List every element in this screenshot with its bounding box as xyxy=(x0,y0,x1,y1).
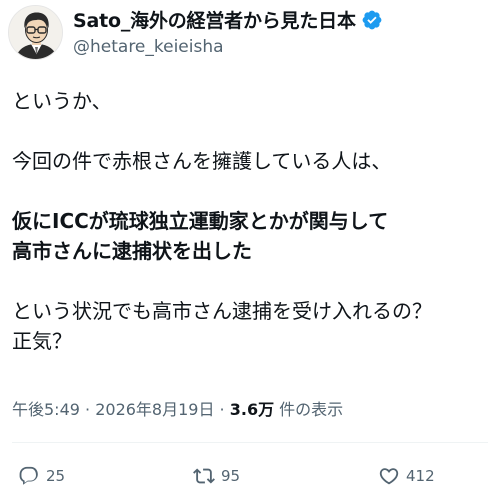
tweet-actions: 25 95 412 xyxy=(0,465,500,495)
reply-button[interactable]: 25 xyxy=(18,465,65,487)
like-button[interactable]: 412 xyxy=(378,465,435,487)
tweet-date[interactable]: 2026年8月19日 xyxy=(95,400,214,419)
tweet-text-line: 今回の件で赤根さんを擁護している人は、 xyxy=(12,149,392,173)
views-count[interactable]: 3.6万 xyxy=(230,400,274,419)
tweet-body: というか、 今回の件で赤根さんを擁護している人は、 仮にICCが琉球独立運動家と… xyxy=(12,86,492,356)
like-count: 412 xyxy=(406,467,435,485)
tweet-text-line: というか、 xyxy=(12,89,112,113)
tweet-text-line: 正気？ xyxy=(12,329,72,353)
reply-icon xyxy=(19,466,38,485)
avatar-illustration-icon xyxy=(9,6,62,59)
tweet-text-line: という状況でも高市さん逮捕を受け入れるの？ xyxy=(12,299,432,323)
author-name-row: Sato_海外の経営者から見た日本 xyxy=(73,6,383,33)
verified-badge-icon xyxy=(361,9,383,31)
divider xyxy=(12,442,488,443)
meta-separator: · xyxy=(79,400,96,419)
tweet-text-line-bold: 仮にICCが琉球独立運動家とかが関与して xyxy=(12,209,389,233)
tweet: Sato_海外の経営者から見た日本 @hetare_keieisha というか、… xyxy=(0,0,500,501)
meta-separator: · xyxy=(214,400,230,419)
reply-count: 25 xyxy=(46,467,66,485)
tweet-time[interactable]: 午後5:49 xyxy=(12,400,80,419)
views-label: 件の表示 xyxy=(274,400,344,419)
heart-icon xyxy=(379,468,399,485)
retweet-button[interactable]: 95 xyxy=(193,465,240,487)
tweet-text-line-bold: 高市さんに逮捕状を出した xyxy=(12,239,252,263)
author-handle[interactable]: @hetare_keieisha xyxy=(73,37,224,57)
retweet-icon xyxy=(193,468,215,484)
retweet-count: 95 xyxy=(221,467,241,485)
tweet-meta: 午後5:49 · 2026年8月19日 · 3.6万 件の表示 xyxy=(12,396,343,420)
avatar[interactable] xyxy=(8,5,63,60)
author-display-name[interactable]: Sato_海外の経営者から見た日本 xyxy=(73,6,356,33)
